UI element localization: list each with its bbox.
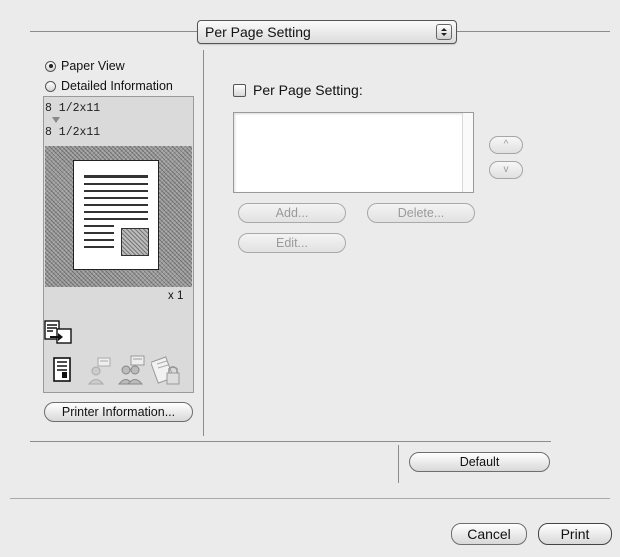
page-thumbnail: [73, 160, 159, 270]
radio-detailed-information-label: Detailed Information: [61, 79, 173, 93]
input-paper-size: 8 1/2x11: [45, 102, 101, 115]
page-line: [84, 211, 148, 213]
radio-detailed-information-dot[interactable]: [45, 80, 56, 92]
popup-stepper-icon: [436, 24, 452, 40]
copy-to-tray-icon: [44, 320, 72, 349]
radio-paper-view-dot[interactable]: [45, 60, 56, 72]
add-button[interactable]: Add...: [238, 203, 346, 223]
panel-select-popup[interactable]: Per Page Setting: [197, 20, 457, 44]
printer-information-button[interactable]: Printer Information...: [44, 402, 193, 422]
user-account-icon: [87, 357, 113, 388]
page-line: [84, 246, 114, 248]
page-line: [84, 239, 114, 241]
page-line: [84, 190, 148, 192]
default-button[interactable]: Default: [409, 452, 550, 472]
per-page-setting-checkbox[interactable]: [233, 84, 246, 97]
page-line: [84, 204, 148, 206]
default-divider: [398, 445, 399, 483]
move-down-button[interactable]: v: [489, 161, 523, 179]
per-page-setting-label: Per Page Setting:: [253, 82, 363, 98]
page-line: [84, 183, 148, 185]
user-auth-icon: [117, 355, 147, 388]
top-divider-right: [457, 31, 610, 32]
move-up-button[interactable]: ^: [489, 136, 523, 154]
panel-select-value: Per Page Setting: [205, 24, 311, 40]
per-page-list-scrollbar[interactable]: [462, 113, 473, 192]
cancel-button[interactable]: Cancel: [451, 523, 527, 545]
copies-count: x 1: [168, 290, 184, 302]
down-arrow-icon: [52, 117, 60, 123]
page-line: [84, 225, 114, 227]
page-image-block: [121, 228, 149, 256]
page-line: [84, 218, 148, 220]
secure-print-icon: [150, 354, 183, 391]
page-line: [84, 197, 148, 199]
radio-paper-view-label: Paper View: [61, 59, 125, 73]
panel-split-divider: [203, 50, 204, 436]
radio-paper-view[interactable]: Paper View: [45, 59, 125, 73]
per-page-setting-list[interactable]: [233, 112, 474, 193]
document-icon: [53, 357, 71, 386]
print-button[interactable]: Print: [538, 523, 612, 545]
radio-detailed-information[interactable]: Detailed Information: [45, 79, 173, 93]
edit-button[interactable]: Edit...: [238, 233, 346, 253]
bottom-divider: [30, 441, 551, 442]
page-line: [84, 232, 114, 234]
output-paper-size: 8 1/2x11: [45, 126, 101, 139]
footer-divider: [10, 498, 610, 499]
top-divider-left: [30, 31, 197, 32]
delete-button[interactable]: Delete...: [367, 203, 475, 223]
page-line: [84, 175, 148, 178]
